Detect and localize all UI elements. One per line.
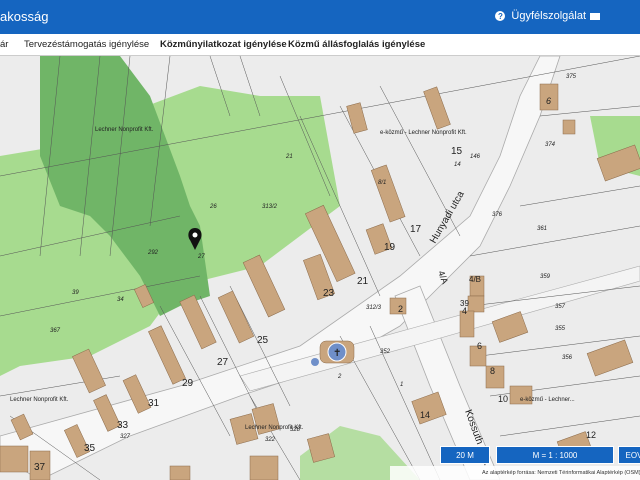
svg-text:367: 367	[50, 328, 61, 334]
svg-text:146: 146	[470, 154, 481, 160]
svg-text:27: 27	[217, 357, 229, 368]
scale-bar[interactable]: 20 M	[440, 446, 490, 464]
svg-text:374: 374	[545, 142, 556, 148]
svg-text:31: 31	[148, 398, 160, 409]
brand-title: akosság	[0, 9, 49, 24]
svg-text:328: 328	[290, 427, 301, 433]
svg-text:357: 357	[555, 304, 566, 310]
mail-icon[interactable]	[590, 13, 600, 20]
svg-text:34: 34	[117, 297, 124, 303]
svg-text:327: 327	[120, 434, 131, 440]
svg-text:292: 292	[147, 250, 159, 256]
svg-text:21: 21	[357, 276, 369, 287]
svg-text:375: 375	[566, 74, 577, 80]
svg-text:17: 17	[410, 224, 422, 235]
question-icon: ?	[495, 11, 506, 21]
svg-text:312/3: 312/3	[366, 305, 382, 311]
help-label: Ügyfélszolgálat	[511, 10, 586, 22]
svg-text:361: 361	[537, 226, 547, 232]
svg-text:4: 4	[462, 306, 467, 316]
cadastral-map[interactable]: Hunyadi utca Kossuth utca Lechner Nonpro…	[0, 56, 640, 480]
svg-text:12: 12	[586, 430, 596, 440]
svg-text:356: 356	[562, 355, 573, 361]
svg-text:29: 29	[182, 378, 194, 389]
svg-text:10: 10	[498, 394, 508, 404]
tab-tervezes[interactable]: Tervezéstámogatás igénylése	[24, 39, 149, 50]
svg-text:33: 33	[117, 420, 129, 431]
svg-text:19: 19	[384, 242, 396, 253]
tab-kozmu-allasfoglalas[interactable]: Közmű állásfoglalás igénylése	[288, 39, 425, 50]
watermark: e-közmű - Lechner Nonprofit Kft.	[380, 130, 467, 136]
svg-text:26: 26	[209, 204, 217, 210]
help-link[interactable]: ? Ügyfélszolgálat	[495, 10, 586, 22]
svg-text:6: 6	[477, 341, 482, 351]
main-tabs: ár Tervezéstámogatás igénylése Közműnyil…	[0, 34, 640, 56]
watermark: e-közmű - Lechner...	[520, 397, 575, 403]
svg-text:23: 23	[323, 288, 335, 299]
svg-text:14: 14	[454, 162, 461, 168]
svg-text:376: 376	[492, 212, 503, 218]
projection-button[interactable]: EOV	[618, 446, 640, 464]
tab-0[interactable]: ár	[0, 39, 8, 50]
svg-text:6: 6	[546, 96, 551, 106]
svg-text:355: 355	[555, 326, 566, 332]
svg-text:322: 322	[265, 437, 276, 443]
watermark: Lechner Nonprofit Kft.	[95, 127, 154, 133]
svg-text:4/B: 4/B	[469, 275, 481, 284]
svg-text:8: 8	[490, 366, 495, 376]
svg-text:2: 2	[398, 304, 403, 314]
svg-text:14: 14	[420, 410, 430, 420]
svg-text:313/2: 313/2	[262, 204, 278, 210]
svg-text:25: 25	[257, 335, 269, 346]
svg-text:37: 37	[34, 462, 46, 473]
svg-text:35: 35	[84, 443, 96, 454]
svg-text:15: 15	[451, 146, 463, 157]
svg-text:21: 21	[285, 154, 293, 160]
svg-text:359: 359	[540, 274, 551, 280]
svg-text:27: 27	[197, 254, 205, 260]
attribution: Az alaptérkép forrása: Nemzeti Térinform…	[390, 466, 640, 480]
svg-text:2: 2	[337, 374, 342, 380]
svg-text:✝: ✝	[333, 348, 341, 359]
svg-text:39: 39	[72, 290, 79, 296]
top-header: akosság ? Ügyfélszolgálat	[0, 0, 640, 34]
svg-text:8/1: 8/1	[378, 180, 386, 186]
tab-kozmunyilatkozat[interactable]: Közműnyilatkozat igénylése	[160, 39, 287, 50]
scale-ratio[interactable]: M = 1 : 1000	[496, 446, 614, 464]
svg-text:352: 352	[380, 349, 391, 355]
svg-text:1: 1	[400, 382, 403, 388]
watermark: Lechner Nonprofit Kft.	[10, 397, 69, 403]
